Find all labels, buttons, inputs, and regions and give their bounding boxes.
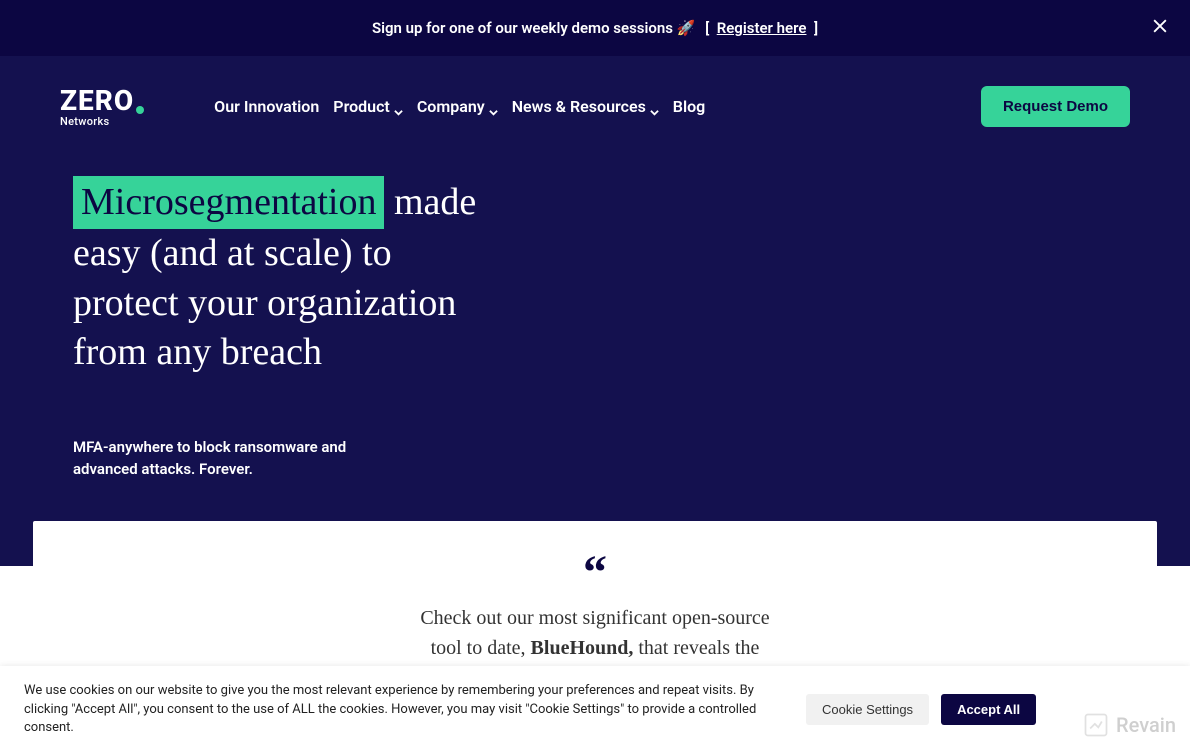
hero-headline: Microsegmentation made easy (and at scal… bbox=[73, 176, 493, 378]
cookie-settings-button[interactable]: Cookie Settings bbox=[806, 694, 929, 725]
nav-product[interactable]: Product bbox=[333, 91, 403, 122]
cookie-text: We use cookies on our website to give yo… bbox=[24, 682, 794, 737]
hero-section: Microsegmentation made easy (and at scal… bbox=[0, 156, 1190, 566]
nav-label: Company bbox=[417, 97, 485, 116]
nav-label: Product bbox=[333, 97, 390, 116]
nav-company[interactable]: Company bbox=[417, 91, 498, 122]
chevron-down-icon bbox=[489, 102, 498, 111]
cookie-consent-bar: We use cookies on our website to give yo… bbox=[0, 666, 1190, 753]
nav-label: News & Resources bbox=[512, 97, 646, 116]
cookie-accept-button[interactable]: Accept All bbox=[941, 694, 1036, 725]
headline-highlight: Microsegmentation bbox=[73, 176, 384, 229]
nav-label: Our Innovation bbox=[214, 97, 319, 116]
bracket-open: [ bbox=[705, 19, 709, 37]
nav-blog[interactable]: Blog bbox=[673, 91, 705, 122]
watermark-icon bbox=[1082, 711, 1110, 739]
main-nav: Our Innovation Product Company News & Re… bbox=[214, 91, 705, 122]
quote-bold: BlueHound, bbox=[531, 637, 634, 659]
chevron-down-icon bbox=[650, 102, 659, 111]
announcement-banner: Sign up for one of our weekly demo sessi… bbox=[0, 0, 1190, 56]
watermark: Revain bbox=[1082, 711, 1176, 739]
watermark-text: Revain bbox=[1116, 713, 1176, 737]
logo-text: ZERO bbox=[60, 84, 134, 117]
logo[interactable]: ZERO Networks bbox=[60, 84, 144, 128]
nav-our-innovation[interactable]: Our Innovation bbox=[214, 91, 319, 122]
chevron-down-icon bbox=[394, 102, 403, 111]
banner-text: Sign up for one of our weekly demo sessi… bbox=[372, 19, 695, 37]
nav-label: Blog bbox=[673, 97, 705, 116]
banner-link-wrap: [ Register here ] bbox=[701, 19, 818, 37]
nav-news[interactable]: News & Resources bbox=[512, 91, 659, 122]
hero-subtext: MFA-anywhere to block ransomware and adv… bbox=[73, 436, 373, 481]
close-icon[interactable] bbox=[1150, 16, 1170, 40]
site-header: ZERO Networks Our Innovation Product Com… bbox=[0, 56, 1190, 156]
logo-dot-icon bbox=[136, 106, 144, 114]
bracket-close: ] bbox=[814, 19, 818, 37]
register-link[interactable]: Register here bbox=[717, 19, 807, 37]
request-demo-button[interactable]: Request Demo bbox=[981, 86, 1130, 127]
quote-mark-icon: “ bbox=[73, 561, 1117, 581]
